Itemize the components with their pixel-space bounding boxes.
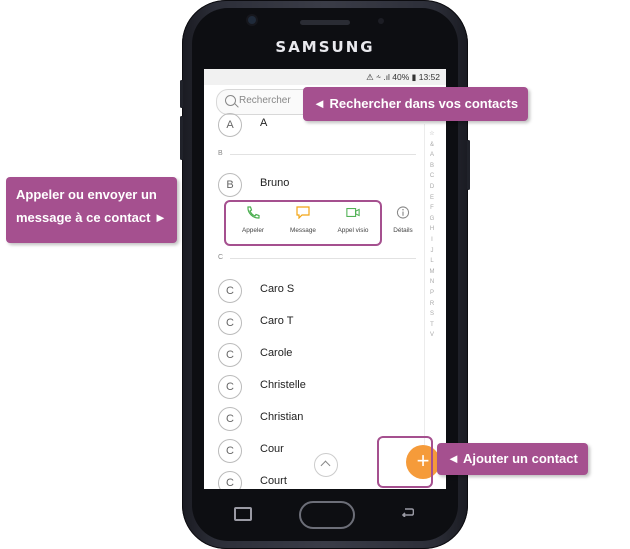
contact-name: Court	[260, 475, 287, 487]
index-letter[interactable]: F	[426, 203, 438, 214]
list-item[interactable]: C Christelle	[218, 375, 418, 401]
avatar: C	[218, 471, 242, 489]
proximity-sensor	[378, 18, 384, 24]
earpiece-speaker	[300, 20, 350, 25]
avatar: A	[218, 113, 242, 137]
add-button-highlight	[377, 436, 433, 488]
index-letter[interactable]: ☆	[426, 129, 438, 140]
scroll-to-top-button[interactable]	[314, 453, 338, 477]
avatar: C	[218, 343, 242, 367]
contacts-screen: ⚠ ⸞ .ıl 40% ▮ 13:52 Rechercher ☆ & A B C D E F G…	[204, 69, 446, 489]
info-icon	[396, 206, 410, 219]
power-button	[467, 140, 470, 190]
status-bar: ⚠ ⸞ .ıl 40% ▮ 13:52	[204, 69, 446, 85]
list-item[interactable]: C Caro T	[218, 311, 418, 337]
search-icon	[225, 95, 236, 106]
add-callout-text: ◄ Ajouter un contact	[447, 451, 578, 466]
section-header: C	[218, 254, 224, 261]
index-letter[interactable]: A	[426, 150, 438, 161]
actions-callout-line1: Appeler ou envoyer un	[16, 187, 157, 202]
list-item[interactable]: C Caro S	[218, 279, 418, 305]
search-placeholder: Rechercher	[239, 95, 291, 106]
contact-name: Christelle	[260, 379, 306, 391]
contact-name: Christian	[260, 411, 304, 423]
contact-name: Carole	[260, 347, 293, 359]
avatar: C	[218, 375, 242, 399]
index-letter[interactable]: E	[426, 193, 438, 204]
index-letter[interactable]: &	[426, 140, 438, 151]
avatar: C	[218, 311, 242, 335]
index-letter[interactable]: J	[426, 246, 438, 257]
contact-name: Caro T	[260, 315, 294, 327]
contact-name: Cour	[260, 443, 284, 455]
index-letter[interactable]: P	[426, 288, 438, 299]
list-item[interactable]: B Bruno	[218, 173, 418, 199]
index-letter[interactable]: N	[426, 277, 438, 288]
avatar: B	[218, 173, 242, 197]
index-letter[interactable]: H	[426, 224, 438, 235]
search-callout-text: ◄ Rechercher dans vos contacts	[313, 96, 519, 111]
search-callout: ◄ Rechercher dans vos contacts	[303, 87, 529, 121]
section-header: B	[218, 150, 223, 157]
divider	[424, 124, 425, 464]
list-item[interactable]: C Carole	[218, 343, 418, 369]
index-letter[interactable]: M	[426, 267, 438, 278]
index-letter[interactable]: C	[426, 171, 438, 182]
add-callout: ◄ Ajouter un contact	[437, 443, 588, 475]
index-letter[interactable]: S	[426, 309, 438, 320]
brand-logo: SAMSUNG	[275, 38, 375, 56]
navigation-bar	[204, 489, 446, 541]
divider	[230, 258, 416, 259]
index-letter[interactable]: T	[426, 320, 438, 331]
actions-highlight	[224, 200, 382, 246]
home-button[interactable]	[299, 501, 355, 529]
avatar: C	[218, 407, 242, 431]
actions-callout: Appeler ou envoyer un message à ce conta…	[6, 177, 177, 243]
volume-button	[180, 80, 183, 108]
details-label: Détails	[393, 227, 413, 234]
contact-name: Bruno	[260, 177, 290, 189]
divider	[230, 154, 416, 155]
index-letter[interactable]: R	[426, 299, 438, 310]
index-letter[interactable]: G	[426, 214, 438, 225]
index-letter[interactable]: D	[426, 182, 438, 193]
contact-name: A	[260, 117, 268, 129]
front-camera	[248, 16, 256, 24]
back-button[interactable]	[400, 507, 414, 517]
details-button[interactable]: Détails	[380, 202, 426, 242]
avatar: C	[218, 439, 242, 463]
index-letter[interactable]: L	[426, 256, 438, 267]
index-letter[interactable]: I	[426, 235, 438, 246]
avatar: C	[218, 279, 242, 303]
index-letter[interactable]: B	[426, 161, 438, 172]
actions-callout-line2: message à ce contact ►	[16, 210, 167, 225]
alphabet-index[interactable]: ☆ & A B C D E F G H I J L M N P R S T V	[426, 129, 438, 341]
volume-button	[180, 116, 183, 160]
index-letter[interactable]: V	[426, 330, 438, 341]
list-item[interactable]: C Christian	[218, 407, 418, 433]
status-text: ⚠ ⸞ .ıl 40% ▮ 13:52	[366, 72, 440, 82]
recent-apps-button[interactable]	[234, 507, 252, 521]
contact-name: Caro S	[260, 283, 295, 295]
